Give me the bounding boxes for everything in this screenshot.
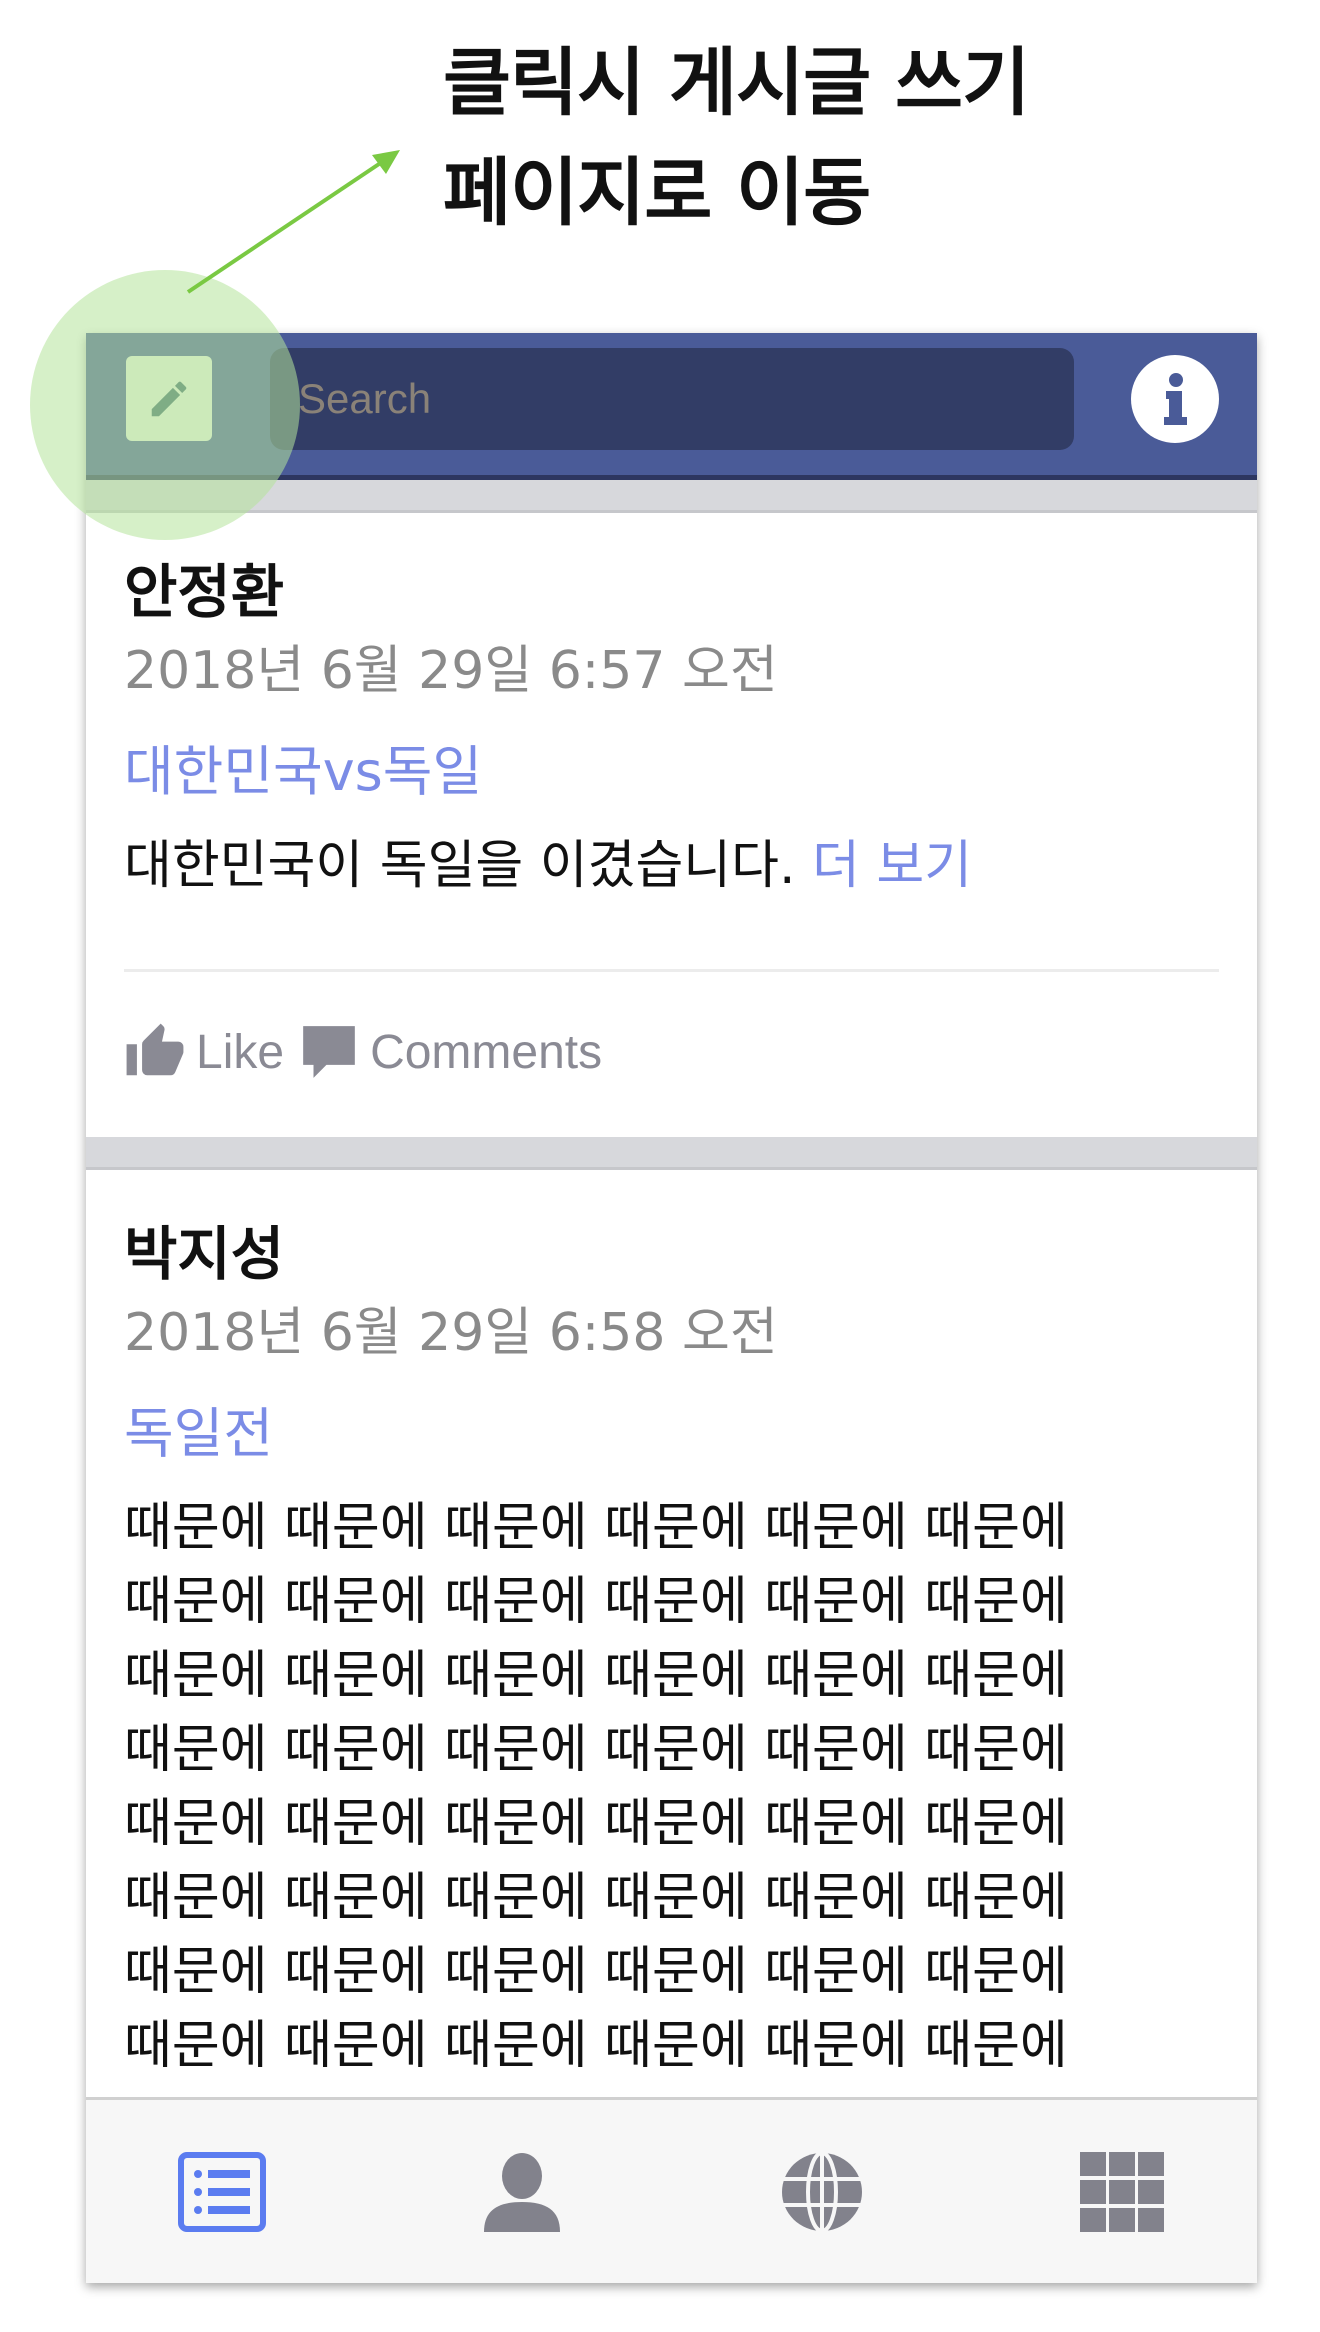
post-body-line: 때문에 때문에 때문에 때문에 때문에 때문에 <box>124 1646 1068 1706</box>
post-body-line: 때문에 때문에 때문에 때문에 때문에 때문에 <box>124 1572 1068 1632</box>
post-body-line: 때문에 때문에 때문에 때문에 때문에 때문에 <box>124 1942 1068 2002</box>
person-icon[interactable] <box>478 2152 566 2232</box>
arrow-head-icon <box>372 150 400 174</box>
post-card: 안정환 2018년 6월 29일 6:57 오전 대한민국vs독일 대한민국이 … <box>124 563 1224 903</box>
list-icon[interactable] <box>178 2152 266 2232</box>
post-body-line: 때문에 때문에 때문에 때문에 때문에 때문에 <box>124 1794 1068 1854</box>
post-actions: Like Comments <box>124 1021 602 1083</box>
annotation-line-1: 클릭시 게시글 쓰기 <box>443 40 1030 126</box>
comments-label: Comments <box>370 1025 603 1079</box>
like-button[interactable]: Like <box>124 1021 284 1083</box>
grid-icon[interactable] <box>1078 2152 1166 2232</box>
post-body: 때문에 때문에 때문에 때문에 때문에 때문에 때문에 때문에 때문에 때문에 … <box>124 1491 1224 2083</box>
post-body-text: 대한민국이 독일을 이겼습니다. <box>124 836 796 896</box>
post-body-line: 때문에 때문에 때문에 때문에 때문에 때문에 <box>124 1720 1068 1780</box>
top-bar <box>86 333 1257 480</box>
post-body-line: 때문에 때문에 때문에 때문에 때문에 때문에 <box>124 1498 1068 1558</box>
search-input[interactable] <box>270 348 1074 450</box>
separator-band <box>86 480 1257 513</box>
post-body-line: 때문에 때문에 때문에 때문에 때문에 때문에 <box>124 2016 1068 2076</box>
post-divider <box>124 969 1219 972</box>
post-title[interactable]: 독일전 <box>124 1407 1224 1461</box>
post-author[interactable]: 안정환 <box>124 563 1224 621</box>
globe-icon[interactable] <box>778 2152 866 2232</box>
post-timestamp: 2018년 6월 29일 6:57 오전 <box>124 641 778 701</box>
separator-band <box>86 1137 1257 1170</box>
info-icon[interactable] <box>1130 354 1220 444</box>
post-body-line: 때문에 때문에 때문에 때문에 때문에 때문에 <box>124 1868 1068 1928</box>
post-timestamp: 2018년 6월 29일 6:58 오전 <box>124 1303 778 1363</box>
comments-button[interactable]: Comments <box>298 1021 602 1083</box>
annotation-arrow <box>186 158 387 294</box>
see-more-link[interactable]: 더 보기 <box>812 836 972 896</box>
post-body: 대한민국이 독일을 이겼습니다. 더 보기 <box>124 829 1224 903</box>
annotation-line-2: 페이지로 이동 <box>443 150 871 236</box>
post-title[interactable]: 대한민국vs독일 <box>124 745 1224 799</box>
pencil-icon <box>151 381 187 416</box>
like-label: Like <box>196 1025 285 1079</box>
compose-button[interactable] <box>126 356 212 441</box>
post-card: 박지성 2018년 6월 29일 6:58 오전 독일전 때문에 때문에 때문에… <box>124 1225 1224 2083</box>
phone-screen: 안정환 2018년 6월 29일 6:57 오전 대한민국vs독일 대한민국이 … <box>86 333 1257 2283</box>
comment-icon <box>303 1026 355 1078</box>
bottom-tab-bar <box>86 2097 1257 2283</box>
thumbs-up-icon <box>126 1023 184 1076</box>
post-author[interactable]: 박지성 <box>124 1225 1224 1283</box>
